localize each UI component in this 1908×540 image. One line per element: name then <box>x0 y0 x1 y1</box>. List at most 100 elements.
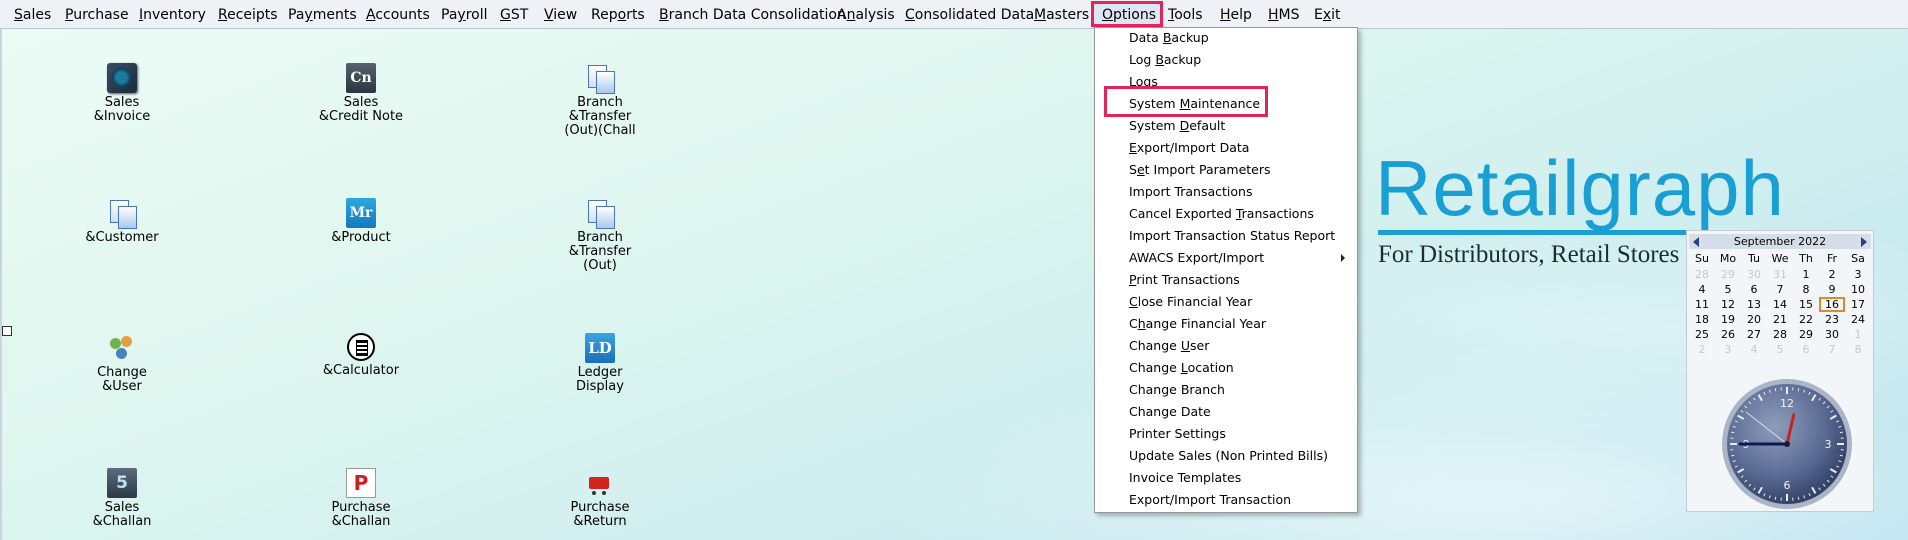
menu-purchase[interactable]: Purchase <box>65 6 129 24</box>
calendar-day-cell[interactable]: 5 <box>1715 282 1741 297</box>
calendar-day-cell[interactable]: 11 <box>1689 297 1715 312</box>
calendar-day-cell[interactable]: 18 <box>1689 312 1715 327</box>
calendar-day-cell[interactable]: 28 <box>1767 327 1793 342</box>
calendar-today-cell[interactable]: 16 <box>1819 297 1845 312</box>
menu-consolidated-data[interactable]: Consolidated Data <box>905 6 1034 24</box>
menu-item-printer-settings[interactable]: Printer Settings <box>1129 425 1226 443</box>
menu-item-change-location[interactable]: Change Location <box>1129 359 1234 377</box>
shortcut-sales-credit-note[interactable]: Cn Sales &Credit Note <box>301 63 421 124</box>
calendar-day-cell[interactable]: 12 <box>1715 297 1741 312</box>
menu-item-awacs-export-import[interactable]: AWACS Export/Import <box>1129 249 1264 267</box>
menu-options[interactable]: Options <box>1102 6 1156 24</box>
calendar-day-cell[interactable]: 10 <box>1845 282 1871 297</box>
menu-item-export-import-data[interactable]: Export/Import Data <box>1129 139 1249 157</box>
menu-reports[interactable]: Reports <box>591 6 645 24</box>
calendar-day-cell[interactable]: 4 <box>1741 342 1767 357</box>
calendar-day-cell[interactable]: 30 <box>1741 267 1767 282</box>
menu-item-set-import-parameters[interactable]: Set Import Parameters <box>1129 161 1271 179</box>
menu-item-import-transactions[interactable]: Import Transactions <box>1129 183 1252 201</box>
shortcut-branch-transfer-out[interactable]: Branch &Transfer (Out) <box>540 198 660 273</box>
menu-exit[interactable]: Exit <box>1314 6 1341 24</box>
shortcut-sales-challan[interactable]: 5 Sales &Challan <box>62 468 182 529</box>
menu-view[interactable]: View <box>544 6 577 24</box>
menu-item-cancel-exported-transactions[interactable]: Cancel Exported Transactions <box>1129 205 1314 223</box>
calendar-next-month-icon[interactable] <box>1861 237 1867 247</box>
menu-payroll[interactable]: Payroll <box>441 6 488 24</box>
calendar-day-cell[interactable]: 6 <box>1793 342 1819 357</box>
calendar-day-cell[interactable]: 26 <box>1715 327 1741 342</box>
calendar-day-cell[interactable]: 6 <box>1741 282 1767 297</box>
menu-item-import-transaction-status-report[interactable]: Import Transaction Status Report <box>1129 227 1335 245</box>
shortcut-label: Branch &Transfer (Out) <box>568 230 632 273</box>
calendar-day-cell[interactable]: 4 <box>1689 282 1715 297</box>
calendar-day-cell[interactable]: 3 <box>1845 267 1871 282</box>
shortcut-product[interactable]: Mr &Product <box>301 198 421 245</box>
calendar-day-cell[interactable]: 7 <box>1819 342 1845 357</box>
shortcut-purchase-challan[interactable]: P Purchase &Challan <box>301 468 421 529</box>
shortcut-branch-transfer-out-chall[interactable]: Branch &Transfer (Out)(Chall <box>540 63 660 138</box>
shortcut-label: Sales &Credit Note <box>318 95 404 124</box>
shortcut-ledger-display[interactable]: LD Ledger Display <box>540 333 660 394</box>
menu-item-invoice-templates[interactable]: Invoice Templates <box>1129 469 1241 487</box>
shortcut-label: Sales &Invoice <box>93 95 151 124</box>
calendar-day-cell[interactable]: 28 <box>1689 267 1715 282</box>
calendar-day-cell[interactable]: 17 <box>1845 297 1871 312</box>
menu-item-change-user[interactable]: Change User <box>1129 337 1209 355</box>
calendar-day-cell[interactable]: 1 <box>1793 267 1819 282</box>
menu-gst[interactable]: GST <box>500 6 528 24</box>
shortcut-customer[interactable]: &Customer <box>62 198 182 245</box>
calendar-day-cell[interactable]: 31 <box>1767 267 1793 282</box>
calendar-day-cell[interactable]: 7 <box>1767 282 1793 297</box>
shortcut-sales-invoice[interactable]: Sales &Invoice <box>62 63 182 124</box>
menu-item-change-financial-year[interactable]: Change Financial Year <box>1129 315 1266 333</box>
calendar-day-cell[interactable]: 29 <box>1715 267 1741 282</box>
calendar-day-cell[interactable]: 15 <box>1793 297 1819 312</box>
menu-item-update-sales-non-printed-bills[interactable]: Update Sales (Non Printed Bills) <box>1129 447 1328 465</box>
calendar-day-cell[interactable]: 19 <box>1715 312 1741 327</box>
calendar-day-cell[interactable]: 2 <box>1819 267 1845 282</box>
menu-receipts[interactable]: Receipts <box>218 6 278 24</box>
calendar-day-cell[interactable]: 27 <box>1741 327 1767 342</box>
menu-item-print-transactions[interactable]: Print Transactions <box>1129 271 1240 289</box>
menu-hms[interactable]: HMS <box>1268 6 1300 24</box>
menu-accounts[interactable]: Accounts <box>366 6 430 24</box>
menu-item-log-backup[interactable]: Log Backup <box>1129 51 1201 69</box>
menu-analysis[interactable]: Analysis <box>837 6 895 24</box>
menu-item-change-date[interactable]: Change Date <box>1129 403 1211 421</box>
menu-tools[interactable]: Tools <box>1168 6 1203 24</box>
calendar-day-cell[interactable]: 8 <box>1845 342 1871 357</box>
calendar-day-cell[interactable]: 29 <box>1793 327 1819 342</box>
menu-masters[interactable]: Masters <box>1034 6 1089 24</box>
calendar-day-cell[interactable]: 2 <box>1689 342 1715 357</box>
small-checkbox-marker[interactable] <box>2 326 12 336</box>
menu-item-system-default[interactable]: System Default <box>1129 117 1225 135</box>
calendar-day-cell[interactable]: 14 <box>1767 297 1793 312</box>
calendar-day-cell[interactable]: 22 <box>1793 312 1819 327</box>
menu-item-change-branch[interactable]: Change Branch <box>1129 381 1225 399</box>
calendar-day-cell[interactable]: 3 <box>1715 342 1741 357</box>
menu-payments[interactable]: Payments <box>288 6 357 24</box>
label-part: Change Date <box>1129 404 1211 419</box>
menu-item-close-financial-year[interactable]: Close Financial Year <box>1129 293 1252 311</box>
calendar-day-cell[interactable]: 5 <box>1767 342 1793 357</box>
calendar-day-cell[interactable]: 13 <box>1741 297 1767 312</box>
calendar-day-cell[interactable]: 21 <box>1767 312 1793 327</box>
calendar-prev-month-icon[interactable] <box>1693 237 1699 247</box>
shortcut-purchase-return[interactable]: Purchase &Return <box>540 468 660 529</box>
calendar-day-cell[interactable]: 20 <box>1741 312 1767 327</box>
shortcut-calculator[interactable]: &Calculator <box>301 333 421 378</box>
menu-item-data-backup[interactable]: Data Backup <box>1129 29 1209 47</box>
calendar-day-cell[interactable]: 23 <box>1819 312 1845 327</box>
menu-item-export-import-transaction[interactable]: Export/Import Transaction <box>1129 491 1291 509</box>
menu-sales[interactable]: Sales <box>14 6 51 24</box>
menu-branch-data-consolidation[interactable]: Branch Data Consolidation <box>659 6 846 24</box>
calendar-day-cell[interactable]: 8 <box>1793 282 1819 297</box>
menu-inventory[interactable]: Inventory <box>139 6 206 24</box>
menu-help[interactable]: Help <box>1220 6 1252 24</box>
calendar-day-cell[interactable]: 1 <box>1845 327 1871 342</box>
shortcut-change-user[interactable]: Change &User <box>62 333 182 394</box>
calendar-day-cell[interactable]: 24 <box>1845 312 1871 327</box>
calendar-day-cell[interactable]: 9 <box>1819 282 1845 297</box>
calendar-day-cell[interactable]: 25 <box>1689 327 1715 342</box>
calendar-day-cell[interactable]: 30 <box>1819 327 1845 342</box>
